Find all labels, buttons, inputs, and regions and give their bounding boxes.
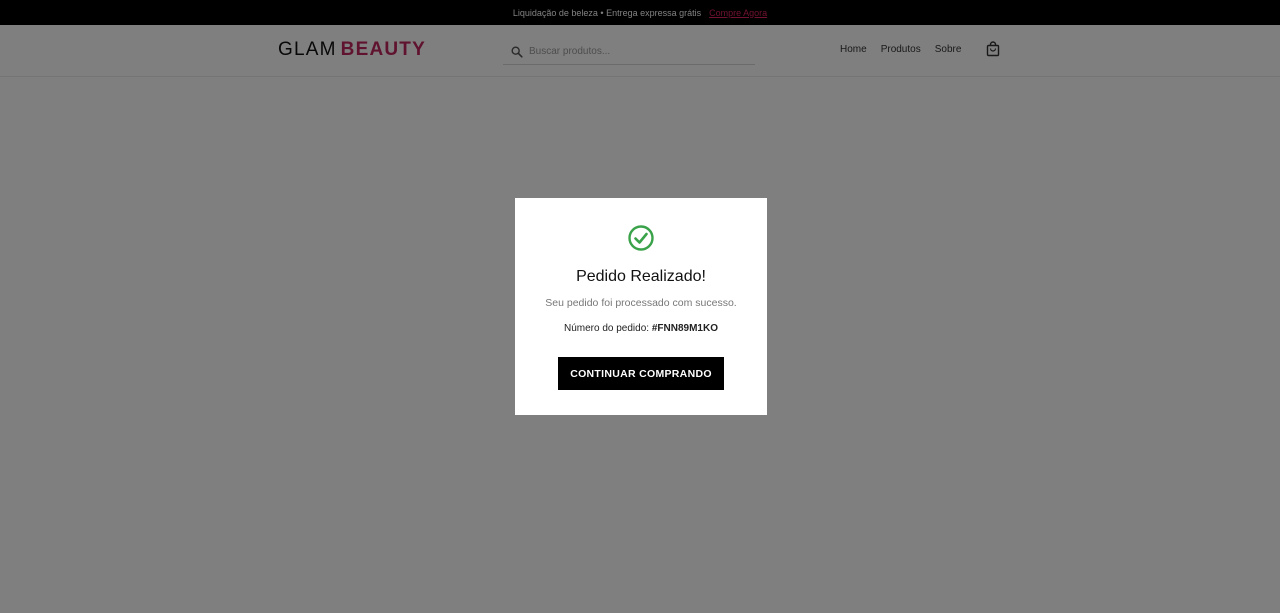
order-number-line: Número do pedido: #FNN89M1KO bbox=[515, 323, 767, 334]
modal-message: Seu pedido foi processado com sucesso. bbox=[545, 297, 737, 309]
continue-shopping-button[interactable]: CONTINUAR COMPRANDO bbox=[558, 357, 724, 390]
order-label: Número do pedido: bbox=[564, 323, 650, 334]
check-circle-icon bbox=[628, 225, 654, 251]
modal-title: Pedido Realizado! bbox=[576, 268, 706, 285]
order-success-modal: Pedido Realizado! Seu pedido foi process… bbox=[515, 198, 767, 415]
order-number: #FNN89M1KO bbox=[651, 323, 718, 334]
